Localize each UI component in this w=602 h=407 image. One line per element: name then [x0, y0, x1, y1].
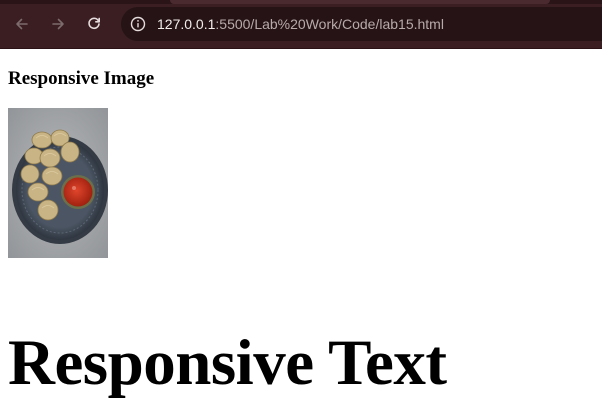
back-arrow-icon: [16, 18, 28, 30]
reload-icon: [88, 17, 100, 30]
site-info-icon[interactable]: [130, 16, 146, 32]
active-tab-edge: [170, 0, 550, 4]
reload-button[interactable]: [82, 12, 106, 36]
page-heading: Responsive Image: [8, 68, 155, 89]
responsive-text-heading: Responsive Text: [8, 327, 447, 399]
responsive-image: [8, 108, 108, 258]
forward-button[interactable]: [46, 12, 70, 36]
tab-strip-edge: [0, 0, 602, 4]
dumplings-image: [8, 108, 108, 258]
browser-toolbar: 127.0.0.1:5500/Lab%20Work/Code/lab15.htm…: [0, 0, 602, 49]
forward-arrow-icon: [52, 18, 64, 30]
url-text[interactable]: 127.0.0.1:5500/Lab%20Work/Code/lab15.htm…: [157, 15, 444, 33]
back-button[interactable]: [10, 12, 34, 36]
url-path: :5500/Lab%20Work/Code/lab15.html: [215, 16, 444, 32]
url-host: 127.0.0.1: [157, 16, 216, 32]
